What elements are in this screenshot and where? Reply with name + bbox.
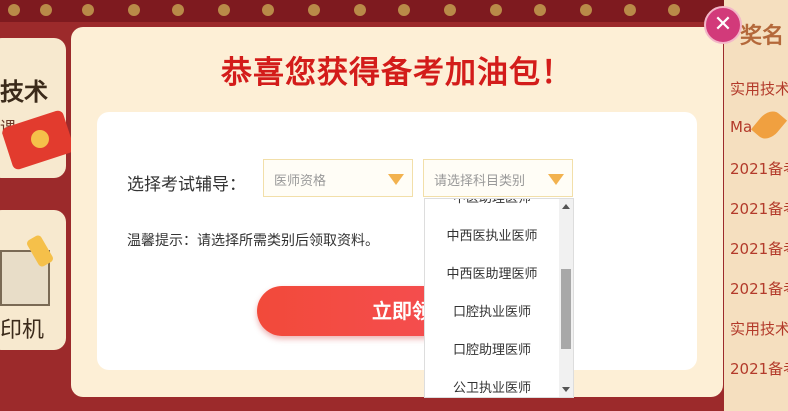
bulb-icon [668,4,680,16]
winners-title: 奖名 [740,24,785,49]
subject-category-dropdown[interactable]: 中医助理医师 中西医执业医师 中西医助理医师 口腔执业医师 口腔助理医师 公卫执… [424,198,574,398]
winner-item: 实用技术 [730,320,788,338]
bulb-icon [624,4,636,16]
subject-category-placeholder: 请选择科目类别 [434,174,526,189]
winner-item: 2021备考 [730,200,788,218]
dropdown-option[interactable]: 中西医助理医师 [425,256,559,294]
subject-category-select[interactable]: 请选择科目类别 [423,159,573,197]
winner-item: 实用技术 [730,80,788,98]
gift-modal: 恭喜您获得备考加油包！ 选择考试辅导： 医师资格 请选择科目类别 温馨提示：请选… [71,27,723,397]
bulb-icon [172,4,184,16]
close-icon: ✕ [713,12,733,37]
bulb-icon [580,4,592,16]
triangle-down-icon [548,174,564,185]
dropdown-option[interactable]: 口腔执业医师 [425,294,559,332]
winner-item: 2021备考 [730,160,788,178]
bulb-icon [262,4,274,16]
winner-item: 2021备考 [730,360,788,378]
triangle-down-icon [388,174,404,185]
modal-form-panel: 选择考试辅导： 医师资格 请选择科目类别 温馨提示：请选择所需类别后领取资料。 … [97,112,697,370]
bulb-icon [82,4,94,16]
bulb-icon [40,4,52,16]
hint-text: 温馨提示：请选择所需类别后领取资料。 [127,233,379,249]
bulb-icon [8,4,20,16]
winner-item: 2021备考 [730,280,788,298]
exam-select-label: 选择考试辅导： [127,175,246,195]
dropdown-option[interactable]: 中医助理医师 [425,199,559,218]
dropdown-scrollbar[interactable] [559,199,573,397]
bulb-icon [128,4,140,16]
bulb-strip [0,0,788,22]
bulb-icon [354,4,366,16]
background-card-label: 印机 [0,318,45,343]
bulb-icon [398,4,410,16]
bulb-icon [308,4,320,16]
bulb-icon [534,4,546,16]
modal-title: 恭喜您获得备考加油包！ [221,55,573,91]
exam-type-select[interactable]: 医师资格 [263,159,413,197]
dropdown-option[interactable]: 中西医执业医师 [425,218,559,256]
dropdown-option[interactable]: 公卫执业医师 [425,370,559,397]
dropdown-option[interactable]: 口腔助理医师 [425,332,559,370]
dropdown-list: 中医助理医师 中西医执业医师 中西医助理医师 口腔执业医师 口腔助理医师 公卫执… [425,199,559,397]
bulb-icon [444,4,456,16]
bulb-icon [218,4,230,16]
scrollbar-thumb[interactable] [561,269,571,349]
bulb-icon [490,4,502,16]
scroll-up-icon[interactable] [562,204,570,209]
envelope-seal-icon [31,130,49,148]
scroll-down-icon[interactable] [562,387,570,392]
exam-type-value: 医师资格 [274,174,327,189]
winner-item: 2021备考 [730,240,788,258]
winner-item: Ma [730,118,753,136]
close-button[interactable]: ✕ [704,6,742,44]
background-card-title: 技术 [0,78,48,106]
